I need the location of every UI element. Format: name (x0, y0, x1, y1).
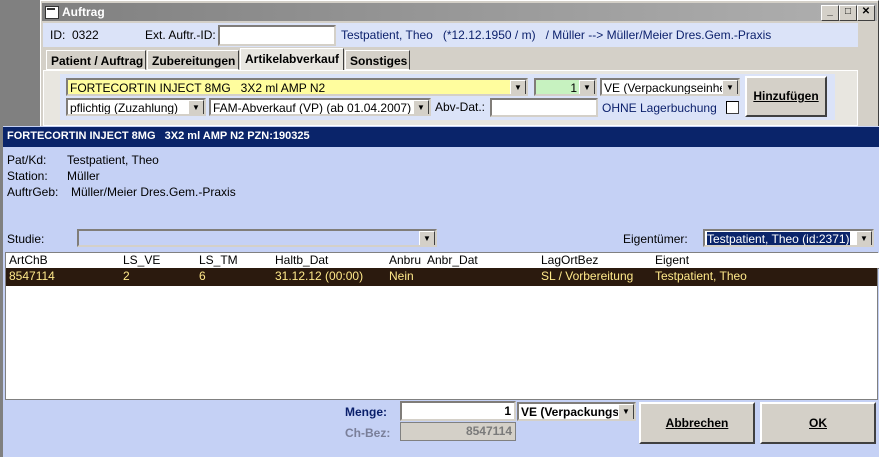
col-header-haltb-dat[interactable]: Haltb_Dat (272, 253, 393, 269)
chevron-down-icon[interactable]: ▼ (419, 231, 435, 245)
cancel-button[interactable]: Abbrechen (639, 402, 755, 444)
article-value: FORTECORTIN INJECT 8MG 3X2 ml AMP N2 (70, 81, 326, 95)
cell-eigent: Testpatient, Theo (655, 269, 747, 283)
chevron-down-icon[interactable]: ▼ (618, 404, 634, 419)
chbez-field: 8547114 (400, 422, 516, 441)
menge-unit-select[interactable]: VE (Verpackungseinheit) ▼ (517, 402, 636, 421)
chevron-down-icon[interactable]: ▼ (413, 100, 429, 114)
cell-lagortbez: SL / Vorbereitung (541, 269, 634, 283)
owner-label: Eigentümer: (623, 232, 688, 246)
owner-select[interactable]: Testpatient, Theo (id:2371) ▼ (703, 229, 874, 247)
copay-select[interactable]: pflichtig (Zuzahlung) ▼ (66, 98, 206, 116)
unit-value: VE (Verpackungseinheit) (604, 81, 737, 95)
col-header-ls-tm[interactable]: LS_TM (196, 253, 279, 269)
quantity-select[interactable]: 1 ▼ (534, 78, 597, 96)
pat-value: Testpatient, Theo (67, 153, 159, 167)
sale-type-value: FAM-Abverkauf (VP) (ab 01.04.2007) (213, 101, 412, 115)
tab-sonstiges[interactable]: Sonstiges (345, 50, 410, 70)
close-icon[interactable]: ✕ (857, 5, 875, 21)
id-label: ID: (50, 28, 66, 42)
auftrgeb-label: AuftrGeb: (7, 185, 59, 199)
tab-patient-auftrag[interactable]: Patient / Auftrag (46, 50, 146, 70)
add-button[interactable]: Hinzufügen (745, 76, 827, 117)
ext-id-label: Ext. Auftr.-ID: (145, 28, 216, 42)
abv-date-input[interactable] (490, 98, 598, 117)
cell-haltb-dat: 31.12.12 (00:00) (275, 269, 364, 283)
tab-zubereitungen[interactable]: Zubereitungen (147, 50, 239, 70)
minimize-icon[interactable]: _ (821, 5, 839, 21)
batch-grid[interactable]: ArtChB LS_VE LS_TM Haltb_Dat Anbru Anbr_… (5, 252, 879, 400)
copay-value: pflichtig (Zuzahlung) (70, 101, 179, 115)
chevron-down-icon[interactable]: ▼ (856, 231, 872, 245)
studie-label: Studie: (7, 232, 45, 246)
dialog-title: FORTECORTIN INJECT 8MG 3X2 ml AMP N2 PZN… (3, 127, 879, 147)
abv-date-label: Abv-Dat.: (435, 100, 486, 114)
col-header-anbr-dat[interactable]: Anbr_Dat (424, 253, 545, 269)
patient-info: Testpatient, Theo (*12.12.1950 / m) / Mü… (341, 28, 772, 42)
studie-select[interactable]: ▼ (77, 229, 437, 247)
chbez-label: Ch-Bez: (345, 426, 391, 440)
menge-label: Menge: (345, 405, 387, 419)
cell-ls-tm: 6 (199, 269, 206, 283)
article-select[interactable]: FORTECORTIN INJECT 8MG 3X2 ml AMP N2 ▼ (66, 78, 528, 96)
menge-input[interactable]: 1 (400, 401, 516, 421)
ok-button[interactable]: OK (760, 402, 876, 444)
owner-value: Testpatient, Theo (id:2371) (707, 232, 850, 246)
chevron-down-icon[interactable]: ▼ (188, 100, 204, 114)
col-header-lagortbez[interactable]: LagOrtBez (538, 253, 659, 269)
sale-type-select[interactable]: FAM-Abverkauf (VP) (ab 01.04.2007) ▼ (209, 98, 431, 116)
cell-artchb: 8547114 (9, 269, 55, 283)
id-value: 0322 (72, 28, 99, 42)
tab-artikelabverkauf[interactable]: Artikelabverkauf (240, 48, 344, 71)
station-label: Station: (7, 169, 48, 183)
col-header-eigent[interactable]: Eigent (652, 253, 879, 269)
chevron-down-icon[interactable]: ▼ (510, 80, 526, 94)
quantity-value: 1 (570, 81, 577, 95)
ext-id-input[interactable] (218, 25, 336, 46)
unit-select[interactable]: VE (Verpackungseinheit) ▼ (600, 78, 740, 96)
window-title: Auftrag (62, 5, 105, 19)
chevron-down-icon[interactable]: ▼ (579, 80, 595, 94)
form-icon (45, 6, 59, 19)
maximize-icon[interactable]: □ (839, 5, 857, 21)
cell-anbr-dat (424, 269, 544, 285)
station-value: Müller (67, 169, 100, 183)
col-header-artchb[interactable]: ArtChB (6, 253, 127, 269)
no-stock-checkbox[interactable] (726, 101, 739, 114)
window-titlebar: Auftrag _ □ ✕ (42, 3, 877, 21)
chevron-down-icon[interactable]: ▼ (722, 80, 738, 94)
pat-label: Pat/Kd: (7, 153, 47, 167)
auftrgeb-value: Müller/Meier Dres.Gem.-Praxis (71, 185, 236, 199)
no-stock-label: OHNE Lagerbuchung (602, 101, 717, 115)
cell-ls-ve: 2 (123, 269, 130, 283)
col-header-ls-ve[interactable]: LS_VE (120, 253, 203, 269)
